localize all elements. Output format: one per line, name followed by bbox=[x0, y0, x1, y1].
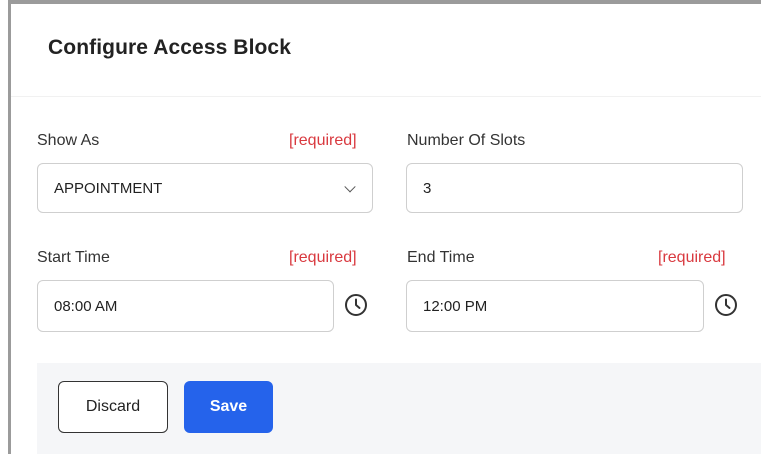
end-time-input[interactable]: 12:00 PM bbox=[406, 280, 704, 332]
window-top-border bbox=[8, 0, 761, 4]
discard-button[interactable]: Discard bbox=[58, 381, 168, 433]
end-time-value: 12:00 PM bbox=[423, 297, 488, 315]
number-of-slots-label: Number Of Slots bbox=[407, 132, 526, 149]
end-time-required: [required] bbox=[658, 249, 726, 266]
clock-icon[interactable] bbox=[713, 292, 739, 318]
number-of-slots-input[interactable]: 3 bbox=[406, 163, 743, 213]
start-time-value: 08:00 AM bbox=[54, 297, 118, 315]
start-time-input[interactable]: 08:00 AM bbox=[37, 280, 334, 332]
clock-icon[interactable] bbox=[343, 292, 369, 318]
show-as-required: [required] bbox=[289, 132, 357, 149]
start-time-required: [required] bbox=[289, 249, 357, 266]
show-as-select[interactable]: APPOINTMENT bbox=[37, 163, 373, 213]
dialog-title: Configure Access Block bbox=[48, 36, 291, 59]
number-of-slots-value: 3 bbox=[423, 179, 432, 197]
save-button[interactable]: Save bbox=[184, 381, 273, 433]
show-as-label: Show As bbox=[37, 132, 100, 149]
window-left-border bbox=[8, 0, 11, 454]
chevron-down-icon bbox=[344, 181, 356, 193]
start-time-label: Start Time bbox=[37, 249, 110, 266]
header-divider bbox=[11, 96, 761, 97]
show-as-value: APPOINTMENT bbox=[54, 179, 163, 197]
end-time-label: End Time bbox=[407, 249, 475, 266]
